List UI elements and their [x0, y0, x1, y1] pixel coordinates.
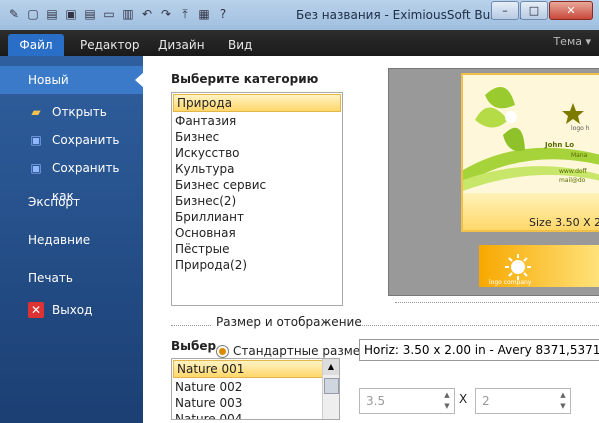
sidebar-item-label: Печать [28, 271, 73, 285]
standard-size-radio[interactable]: Стандартные размеры [216, 344, 377, 358]
list-item[interactable]: Nature 003 [172, 395, 339, 411]
scroll-up-icon[interactable]: ▲ [323, 359, 339, 375]
list-item[interactable]: Фантазия [172, 113, 342, 129]
undo-icon[interactable]: ↶ [139, 6, 155, 22]
height-value: 2 [482, 394, 490, 408]
times-label: X [459, 392, 468, 406]
save-icon[interactable]: ▣ [63, 6, 79, 22]
print-icon[interactable]: ▥ [120, 6, 136, 22]
sidebar-item-save-as[interactable]: ▣ Сохранить как [0, 154, 143, 203]
close-button[interactable]: ✕ [549, 1, 593, 20]
quick-access-toolbar: ✎ ▢ ▤ ▣ ▤ ▭ ▥ ↶ ↷ ⤒ ▦ ? [6, 6, 231, 22]
list-item[interactable]: Бриллиант [172, 209, 342, 225]
sidebar-item-label: Недавние [28, 233, 91, 247]
card-size-label: Size 3.50 X 2 [529, 216, 599, 229]
sidebar-item-new[interactable]: Новый [0, 66, 144, 94]
height-spinner[interactable]: 2 ▲ ▼ [475, 388, 571, 414]
maximize-button[interactable]: □ [520, 1, 548, 20]
spinner-arrows-icon[interactable]: ▲ ▼ [557, 390, 569, 412]
scrollbar-thumb[interactable] [324, 378, 339, 394]
tab-file[interactable]: Файл [8, 34, 64, 56]
ribbon-tabs: Файл Редактор Дизайн Вид Тема ▾ [0, 30, 599, 56]
tab-view[interactable]: Вид [228, 34, 252, 56]
tab-editor[interactable]: Редактор [80, 34, 139, 56]
template-heading: Выбер [171, 339, 217, 353]
spinner-arrows-icon[interactable]: ▲ ▼ [441, 390, 453, 412]
tab-design[interactable]: Дизайн [158, 34, 205, 56]
template-list[interactable]: Nature 001 Nature 002 Nature 003 Nature … [171, 358, 340, 420]
width-value: 3.5 [366, 394, 386, 408]
card-title-text: Mana [571, 152, 588, 159]
help-icon[interactable]: ? [215, 6, 231, 22]
size-preset-select[interactable]: Horiz: 3.50 x 2.00 in - Avery 8371,5371,… [359, 339, 599, 361]
divider [395, 302, 599, 303]
category-list[interactable]: Природа Фантазия Бизнес Искусство Культу… [171, 92, 343, 306]
folder-icon: ▰ [31, 105, 41, 119]
card-web-text: www.doff [559, 168, 587, 175]
save-icon: ▣ [30, 133, 42, 147]
sidebar-item-label: Сохранить [52, 133, 120, 147]
width-spinner[interactable]: 3.5 ▲ ▼ [359, 388, 455, 414]
title-bar: ✎ ▢ ▤ ▣ ▤ ▭ ▥ ↶ ↷ ⤒ ▦ ? Без названия - E… [0, 0, 599, 31]
sidebar-item-label: Экспорт [28, 195, 81, 209]
card-preview: logo h John Lo Mana www.doff mail@do Siz… [461, 73, 599, 232]
open-icon[interactable]: ▤ [44, 6, 60, 22]
sidebar-item-exit[interactable]: ✕ Выход [0, 296, 143, 324]
sidebar-item-open[interactable]: ▰ Открыть [0, 98, 143, 126]
divider [171, 325, 211, 326]
minimize-button[interactable]: – [491, 1, 519, 20]
file-menu-sidebar: Новый ▰ Открыть ▣ Сохранить ▣ Сохранить … [0, 56, 144, 423]
card2-text: logo company [489, 279, 532, 286]
paint-icon[interactable]: ✎ [6, 6, 22, 22]
list-item[interactable]: Пёстрые [172, 241, 342, 257]
category-heading: Выберите категорию [171, 72, 319, 86]
sidebar-item-export[interactable]: Экспорт [0, 188, 143, 216]
list-item[interactable]: Культура [172, 161, 342, 177]
list-item[interactable]: Основная [172, 225, 342, 241]
sidebar-item-save[interactable]: ▣ Сохранить [0, 126, 143, 154]
radio-label: Стандартные размеры [233, 344, 378, 358]
template-list-scrollbar[interactable]: ▲ [322, 359, 339, 419]
list-item[interactable]: Природа(2) [172, 257, 342, 273]
sidebar-item-label: Открыть [52, 105, 107, 119]
export-icon[interactable]: ▭ [101, 6, 117, 22]
new-icon[interactable]: ▢ [25, 6, 41, 22]
list-item[interactable]: Искусство [172, 145, 342, 161]
upload-icon[interactable]: ⤒ [177, 6, 193, 22]
list-item[interactable]: Nature 001 [173, 360, 324, 378]
printer-icon[interactable]: ▦ [196, 6, 212, 22]
size-group-label: Размер и отображение [216, 315, 362, 329]
card-back-preview: logo company [479, 245, 599, 287]
pdf-icon[interactable]: ▤ [82, 6, 98, 22]
list-item[interactable]: Бизнес(2) [172, 193, 342, 209]
sidebar-item-label: Новый [28, 73, 69, 87]
redo-icon[interactable]: ↷ [158, 6, 174, 22]
window-controls: – □ ✕ [491, 1, 593, 20]
sidebar-item-label: Выход [52, 303, 93, 317]
sidebar-item-recent[interactable]: Недавние [0, 226, 143, 254]
sidebar-item-print[interactable]: Печать [0, 264, 143, 292]
list-item[interactable]: Природа [173, 94, 341, 112]
list-item[interactable]: Nature 004 [172, 411, 339, 419]
exit-icon: ✕ [28, 302, 44, 318]
card-mail-text: mail@do [559, 177, 586, 184]
list-item[interactable]: Бизнес сервис [172, 177, 342, 193]
card-name-text: John Lo [545, 141, 575, 149]
save-as-icon: ▣ [30, 161, 42, 175]
radio-dot[interactable] [216, 344, 229, 358]
list-item[interactable]: Бизнес [172, 129, 342, 145]
divider [360, 325, 599, 326]
list-item[interactable]: Nature 002 [172, 379, 339, 395]
card-logo-text: logo h [571, 125, 590, 132]
theme-menu[interactable]: Тема ▾ [553, 35, 591, 48]
